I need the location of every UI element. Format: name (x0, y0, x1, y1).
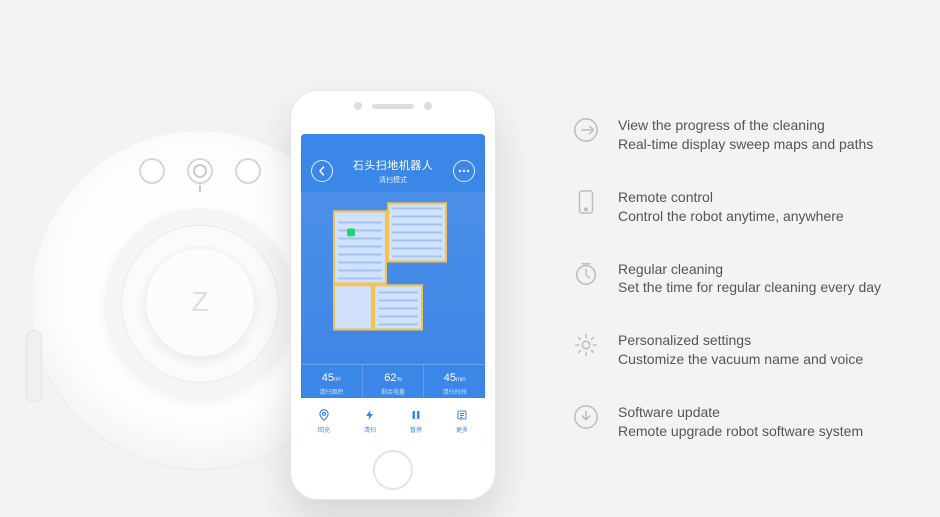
feature-item: View the progress of the cleaning Real-t… (572, 116, 908, 154)
phone-home-button (373, 450, 413, 490)
stat-label: 清扫时间 (443, 387, 467, 396)
stats-bar: 45m² 清扫面积 62% 剩余电量 45min 清扫时间 (301, 364, 485, 398)
toolbar-label: 暂停 (410, 425, 422, 434)
stat-area: 45m² 清扫面积 (301, 365, 362, 398)
robot-top-buttons (139, 158, 261, 184)
map-room (333, 210, 387, 284)
feature-desc: Control the robot anytime, anywhere (618, 207, 844, 226)
toolbar-label: 清扫 (364, 425, 376, 434)
feature-item: Regular cleaning Set the time for regula… (572, 260, 908, 298)
toolbar-label: 更多 (456, 425, 468, 434)
toolbar-recharge-button[interactable]: 回充 (301, 398, 347, 442)
phone-sensor-dot (424, 102, 432, 110)
stat-value: 45 (322, 372, 334, 384)
toolbar-more-button[interactable]: 更多 (439, 398, 485, 442)
stat-unit: % (396, 377, 401, 383)
progress-icon (572, 116, 600, 144)
clock-icon (572, 260, 600, 288)
app-title: 石头扫地机器人 (333, 157, 453, 173)
stat-battery: 62% 剩余电量 (362, 365, 424, 398)
remote-icon (572, 188, 600, 216)
phone-screen: 石头扫地机器人 清扫模式 45m² 清扫面积 62% 剩余电量 (301, 134, 485, 442)
feature-title: Personalized settings (618, 331, 863, 350)
feature-title: Remote control (618, 188, 844, 207)
robot-button-home-icon (139, 158, 165, 184)
stat-value: 62 (384, 372, 396, 384)
feature-item: Software update Remote upgrade robot sof… (572, 403, 908, 441)
feature-desc: Customize the vacuum name and voice (618, 350, 863, 369)
toolbar-pause-button[interactable]: 暂停 (393, 398, 439, 442)
download-icon (572, 403, 600, 431)
phone-speaker (372, 104, 414, 109)
more-button[interactable] (453, 160, 475, 182)
robot-button-power-icon (187, 158, 213, 184)
floorplan (333, 202, 453, 342)
pause-icon (408, 407, 424, 423)
feature-item: Remote control Control the robot anytime… (572, 188, 908, 226)
phone-mockup: 石头扫地机器人 清扫模式 45m² 清扫面积 62% 剩余电量 (290, 90, 496, 500)
list-icon (454, 407, 470, 423)
bolt-icon (362, 407, 378, 423)
stat-label: 剩余电量 (381, 387, 405, 396)
more-horizontal-icon (458, 169, 470, 173)
phone-status-bar (301, 134, 485, 150)
feature-title: Regular cleaning (618, 260, 881, 279)
toolbar-label: 回充 (318, 425, 330, 434)
phone-sensor-bar (354, 102, 432, 110)
stat-label: 清扫面积 (319, 387, 343, 396)
feature-desc: Remote upgrade robot software system (618, 422, 863, 441)
stat-time: 45min 清扫时间 (423, 365, 485, 398)
robot-button-spot-icon (235, 158, 261, 184)
phone-camera-dot (354, 102, 362, 110)
feature-desc: Set the time for regular cleaning every … (618, 278, 881, 297)
stat-unit: m² (334, 377, 341, 383)
app-subtitle: 清扫模式 (333, 175, 453, 185)
back-button[interactable] (311, 160, 333, 182)
app-header: 石头扫地机器人 清扫模式 (301, 150, 485, 192)
dock-marker-icon (347, 228, 355, 236)
chevron-left-icon (317, 166, 327, 176)
map-room (333, 284, 373, 330)
map-room (373, 284, 423, 330)
feature-title: Software update (618, 403, 863, 422)
robot-wheel-left (26, 330, 42, 402)
feature-item: Personalized settings Customize the vacu… (572, 331, 908, 369)
stat-unit: min (456, 377, 466, 383)
toolbar-clean-button[interactable]: 清扫 (347, 398, 393, 442)
sweep-map[interactable] (301, 192, 485, 364)
location-pin-icon (316, 407, 332, 423)
feature-title: View the progress of the cleaning (618, 116, 873, 135)
robot-lidar-core: Z (145, 247, 255, 357)
stat-value: 45 (444, 372, 456, 384)
bottom-toolbar: 回充 清扫 暂停 更多 (301, 398, 485, 442)
feature-list: View the progress of the cleaning Real-t… (572, 116, 908, 441)
feature-desc: Real-time display sweep maps and paths (618, 135, 873, 154)
gear-icon (572, 331, 600, 359)
map-room (387, 202, 447, 262)
